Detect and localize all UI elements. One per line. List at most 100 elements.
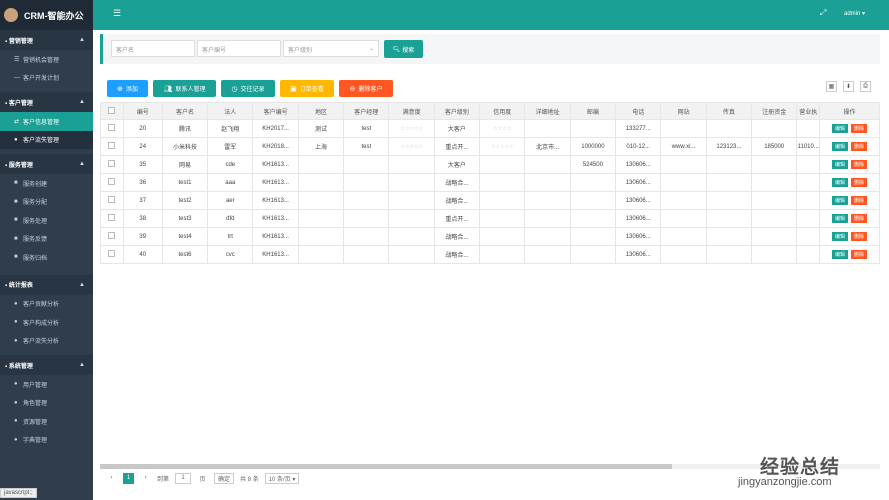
sidebar-item-roles[interactable]: ● 角色管理: [0, 394, 93, 413]
sidebar-item-customer-loss[interactable]: ● 客户流失管理: [0, 130, 93, 149]
checkbox[interactable]: [108, 232, 116, 239]
checkbox[interactable]: [108, 124, 116, 131]
expand-icon[interactable]: ⤢: [820, 8, 826, 18]
customer-level-select[interactable]: 客户级别 ⌄: [283, 40, 379, 57]
sidebar-item-service-assign[interactable]: ■ 服务分配: [0, 193, 93, 212]
checkbox[interactable]: [108, 142, 116, 149]
sidebar-item-service-archive[interactable]: ■ 服务归档: [0, 248, 93, 267]
table-row[interactable]: 36 test1 aaa KH1613... 战略合... 130606... 编辑 删除: [100, 173, 880, 192]
row-checkbox[interactable]: [100, 191, 124, 210]
sidebar-group-service[interactable]: ▪ 服务管理 ▲: [0, 154, 93, 174]
table-row[interactable]: 20 腾讯 赵飞翔 KH2017... 测试 test ☆☆☆☆☆ 大客户 ☆☆☆☆ 133277…: [100, 119, 880, 138]
row-checkbox[interactable]: [100, 137, 124, 156]
sidebar-group-customer[interactable]: ▪ 客户管理 ▲: [0, 92, 93, 112]
edit-button[interactable]: 编辑: [832, 142, 849, 151]
delete-button[interactable]: 删除: [851, 196, 868, 205]
select-all-checkbox[interactable]: [100, 102, 124, 120]
add-button[interactable]: ⊕ 添加: [107, 80, 148, 97]
delete-button[interactable]: 删除: [851, 232, 868, 241]
sidebar-item-service-feedback[interactable]: ■ 服务反馈: [0, 230, 93, 249]
prev-page-icon[interactable]: ‹: [106, 473, 117, 484]
table-cell: 130606...: [615, 173, 662, 192]
table-cell: aer: [207, 191, 254, 210]
table-row[interactable]: 38 test3 dfd KH1613... 重点开... 130606... 编辑 删除: [100, 209, 880, 228]
checkbox[interactable]: [108, 178, 116, 185]
goto-confirm-button[interactable]: 确定: [214, 472, 235, 484]
sidebar-item-composition[interactable]: ● 客户构成分析: [0, 313, 93, 332]
row-checkbox[interactable]: [100, 227, 124, 246]
table-cell: [796, 119, 821, 138]
user-menu[interactable]: admin ▾: [844, 10, 865, 17]
sidebar-item-contribution[interactable]: ● 客户贡献分析: [0, 295, 93, 314]
hamburger-icon[interactable]: ☰: [113, 8, 121, 19]
delete-button[interactable]: 删除: [851, 214, 868, 223]
edit-button[interactable]: 编辑: [832, 250, 849, 259]
sidebar-group-marketing[interactable]: ▪ 营销管理 ▲: [0, 30, 93, 50]
row-checkbox[interactable]: [100, 173, 124, 192]
delete-button[interactable]: 删除: [851, 124, 868, 133]
row-checkbox[interactable]: [100, 245, 124, 264]
columns-icon[interactable]: ▦: [826, 81, 837, 92]
checkbox[interactable]: [108, 250, 116, 257]
table-row[interactable]: 24 小米科技 雷军 KH2018... 上海 test ☆☆☆☆☆ 重点开... ☆☆☆☆☆ 北…: [100, 137, 880, 156]
edit-button[interactable]: 编辑: [832, 196, 849, 205]
sidebar-item-loss-analysis[interactable]: ● 客户流失分析: [0, 332, 93, 351]
sidebar-item-dictionary[interactable]: ● 字典管理: [0, 431, 93, 450]
table-cell: 战略合...: [433, 173, 481, 192]
customer-code-input[interactable]: 客户编号: [197, 40, 281, 57]
table-row[interactable]: 39 test4 trt KH1613... 战略合... 130606... 编辑 删除: [100, 227, 880, 246]
edit-button[interactable]: 编辑: [832, 178, 849, 187]
table-cell: [479, 173, 526, 192]
sidebar-item-dev-plan[interactable]: — 客户开发计划: [0, 69, 93, 88]
goto-page-input[interactable]: 1: [175, 472, 192, 484]
checkbox[interactable]: [108, 160, 116, 167]
sidebar-item-service-create[interactable]: ■ 服务创建: [0, 174, 93, 193]
page-current[interactable]: 1: [123, 472, 134, 484]
sidebar-item-resources[interactable]: ● 资源管理: [0, 412, 93, 431]
sidebar-item-users[interactable]: ● 用户管理: [0, 375, 93, 394]
export-icon[interactable]: ⬇: [843, 81, 854, 92]
sidebar-group-system[interactable]: ▪ 系统管理 ▲: [0, 355, 93, 375]
next-page-icon[interactable]: ›: [140, 473, 151, 484]
delete-button[interactable]: 删除: [851, 160, 868, 169]
checkbox[interactable]: [108, 214, 116, 221]
edit-button[interactable]: 编辑: [832, 160, 849, 169]
orders-button[interactable]: ▣ 订单查看: [280, 80, 334, 97]
sidebar-group-report[interactable]: ▪ 统计报表 ▲: [0, 274, 93, 295]
checkbox[interactable]: [108, 196, 116, 203]
table-cell: test3: [161, 209, 209, 228]
table-cell: [796, 155, 821, 174]
delete-button[interactable]: 删除: [851, 250, 868, 259]
table-row[interactable]: 35 网易 cde KH1613... 大客户 524500 130606... 编辑 删除: [100, 155, 880, 174]
delete-button[interactable]: 删除: [851, 178, 868, 187]
sidebar-item-opportunity[interactable]: ☰ 营销机会管理: [0, 50, 93, 69]
row-checkbox[interactable]: [100, 209, 124, 228]
sidebar-item-customer-info[interactable]: ⇄ 客户信息管理: [0, 112, 93, 131]
table-cell: 40: [122, 245, 163, 264]
row-checkbox[interactable]: [100, 155, 124, 174]
delete-button[interactable]: 删除: [851, 142, 868, 151]
table-cell: [343, 173, 390, 192]
table-body: 20 腾讯 赵飞翔 KH2017... 测试 test ☆☆☆☆☆ 大客户 ☆☆☆☆ 133277…: [100, 119, 880, 462]
plus-circle-icon: ⊕: [117, 85, 123, 93]
table-row[interactable]: 37 test2 aer KH1613... 战略合... 130606... 编辑 删除: [100, 191, 880, 210]
table-cell: [660, 191, 707, 210]
customer-name-input[interactable]: 客户名: [111, 40, 195, 57]
delete-customer-button[interactable]: ⊖ 删除客户: [339, 80, 393, 97]
checkbox[interactable]: [108, 106, 116, 114]
edit-button[interactable]: 编辑: [832, 124, 849, 133]
edit-button[interactable]: 编辑: [832, 232, 849, 241]
row-checkbox[interactable]: [100, 119, 124, 138]
contacts-button[interactable]: 👥︎ 联系人管理: [153, 80, 216, 97]
row-actions: 编辑 删除: [819, 119, 880, 138]
sidebar-item-service-handle[interactable]: ■ 服务处理: [0, 211, 93, 230]
search-button[interactable]: 🔍︎ 搜索: [384, 40, 423, 58]
table-cell: [751, 245, 798, 264]
table-cell: [796, 173, 821, 192]
print-icon[interactable]: ⎙: [860, 81, 871, 92]
table-cell: [660, 155, 707, 174]
per-page-select[interactable]: 10 条/页 ▾: [264, 472, 300, 484]
edit-button[interactable]: 编辑: [832, 214, 849, 223]
records-button[interactable]: ◷ 交往记录: [221, 80, 275, 97]
table-row[interactable]: 40 test6 cvc KH1613... 战略合... 130606... 编辑 删除: [100, 245, 880, 264]
